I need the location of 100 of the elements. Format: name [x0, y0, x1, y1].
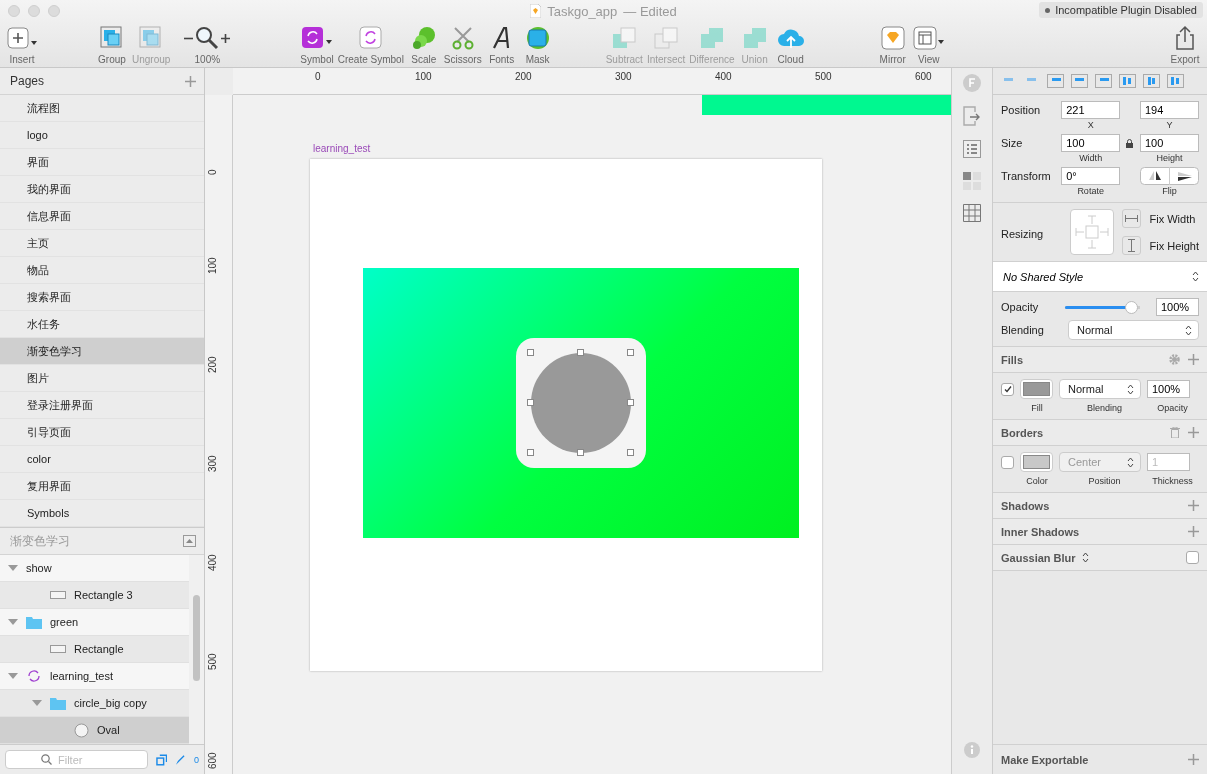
shared-style-select[interactable]: No Shared Style [993, 262, 1207, 292]
height-field[interactable]: 100 [1140, 134, 1199, 152]
plus-icon[interactable] [221, 33, 231, 43]
disclosure-icon[interactable] [8, 564, 18, 572]
resize-handle[interactable] [527, 349, 534, 356]
fix-width-button[interactable]: Fix Width [1122, 209, 1196, 228]
field-caption: Position [1087, 476, 1122, 486]
layer-item[interactable]: Oval [0, 717, 189, 744]
border-checkbox[interactable] [1001, 455, 1014, 469]
layer-item[interactable]: circle_big copy [0, 690, 189, 717]
layer-item[interactable]: green [0, 609, 189, 636]
align-icon[interactable] [1119, 74, 1136, 88]
fill-checkbox[interactable] [1001, 382, 1014, 396]
x-field[interactable]: 221 [1061, 101, 1121, 119]
disclosure-icon[interactable] [8, 618, 18, 626]
fix-height-button[interactable]: Fix Height [1122, 236, 1199, 255]
flip-control[interactable] [1140, 167, 1199, 185]
field-label: Opacity [1001, 301, 1040, 313]
collapse-icon[interactable] [183, 535, 196, 547]
trash-icon[interactable] [1170, 427, 1180, 438]
opacity-field[interactable]: 100% [1156, 298, 1199, 316]
toolbar-button[interactable]: Export [1169, 24, 1201, 65]
layer-item[interactable]: learning_test [0, 663, 189, 690]
minimize-button[interactable] [28, 5, 40, 17]
layer-name: Oval [97, 724, 120, 736]
export-icon[interactable] [963, 106, 981, 126]
toolbar-button[interactable]: Group [96, 24, 128, 65]
plugin-icon[interactable] [963, 74, 981, 92]
toolbar-button[interactable]: Symbol [300, 24, 334, 65]
toolbar-button[interactable]: Scissors [443, 24, 482, 65]
make-exportable-label: Make Exportable [1001, 753, 1089, 766]
pen-icon[interactable] [175, 753, 186, 766]
layer-item[interactable]: Rectangle [0, 636, 189, 663]
blending-select[interactable]: Normal [1067, 320, 1199, 340]
thickness-field[interactable]: 1 [1147, 453, 1190, 471]
align-icon[interactable] [1095, 74, 1112, 88]
toolbar-button[interactable]: Insert [6, 24, 38, 65]
toolbar-button[interactable]: Mirror [876, 24, 909, 65]
ruler-label: 100 [415, 71, 432, 82]
toolbar-button[interactable]: Scale [407, 24, 440, 65]
align-icon[interactable] [1071, 74, 1088, 88]
zoom-level[interactable]: 100% [191, 54, 224, 65]
y-field[interactable]: 194 [1140, 101, 1199, 119]
updown-icon [1185, 324, 1192, 336]
align-icon[interactable] [1143, 74, 1160, 88]
filter-field[interactable]: Filter [5, 750, 148, 769]
artboard-label[interactable]: learning_test [313, 143, 371, 154]
ruler-label: 400 [207, 554, 218, 571]
toolbar-button[interactable]: View [912, 24, 945, 65]
field-label: Transform [1001, 169, 1052, 182]
section-title: Borders [1001, 426, 1044, 439]
rotate-field[interactable]: 0° [1061, 167, 1121, 185]
layer-item[interactable]: show [0, 555, 189, 582]
blending-select[interactable]: Normal [1059, 379, 1141, 399]
search-icon [41, 754, 52, 765]
resize-handle[interactable] [627, 399, 634, 406]
resize-handle[interactable] [577, 349, 584, 356]
table-icon[interactable] [963, 204, 981, 222]
ruler-label: 200 [515, 71, 532, 82]
disclosure-icon[interactable] [8, 672, 18, 680]
field-label: Resizing [1001, 226, 1045, 240]
copy-icon[interactable] [156, 753, 168, 766]
lock-icon[interactable] [1126, 139, 1134, 148]
section-title: Gaussian Blur [1001, 551, 1076, 564]
opacity-field[interactable]: 100% [1147, 380, 1190, 398]
grid-icon[interactable] [963, 172, 981, 190]
layer-item[interactable]: Rectangle 3 [0, 582, 189, 609]
layer-name: Rectangle 3 [74, 589, 133, 601]
resize-handle[interactable] [527, 399, 534, 406]
width-field[interactable]: 100 [1061, 134, 1121, 152]
list-icon[interactable] [963, 140, 981, 158]
scrollbar-thumb[interactable] [193, 595, 200, 681]
settings-icon[interactable] [1169, 354, 1180, 365]
toolbar-button[interactable]: Create Symbol [337, 24, 404, 65]
resize-handle[interactable] [527, 449, 534, 456]
toolbar-button[interactable]: Cloud [774, 24, 807, 65]
page-item[interactable]: 渐变色学习 [0, 338, 204, 365]
align-icon[interactable] [1047, 74, 1064, 88]
info-icon[interactable] [964, 742, 980, 758]
mask-icon [525, 26, 550, 50]
resize-handle[interactable] [577, 449, 584, 456]
toolbar-button[interactable]: Fonts [485, 24, 518, 65]
width-icon [1125, 215, 1139, 222]
search-icon[interactable] [195, 26, 220, 50]
resize-handle[interactable] [627, 349, 634, 356]
align-icon[interactable] [1167, 74, 1184, 88]
slider-thumb[interactable] [1124, 300, 1138, 314]
rectangle-icon [50, 644, 66, 654]
ruler-label: 0 [315, 71, 321, 82]
ruler-label: 600 [207, 752, 218, 769]
zoom-button[interactable] [48, 5, 60, 17]
blur-checkbox[interactable] [1186, 551, 1199, 564]
disclosure-icon[interactable] [32, 699, 42, 707]
toolbar-button[interactable]: Mask [521, 24, 554, 65]
border-swatch[interactable] [1020, 452, 1053, 472]
resizing-control[interactable] [1069, 209, 1115, 255]
resize-handle[interactable] [627, 449, 634, 456]
fill-swatch[interactable] [1020, 379, 1053, 399]
close-button[interactable] [8, 5, 20, 17]
ruler-label: 600 [915, 71, 932, 82]
